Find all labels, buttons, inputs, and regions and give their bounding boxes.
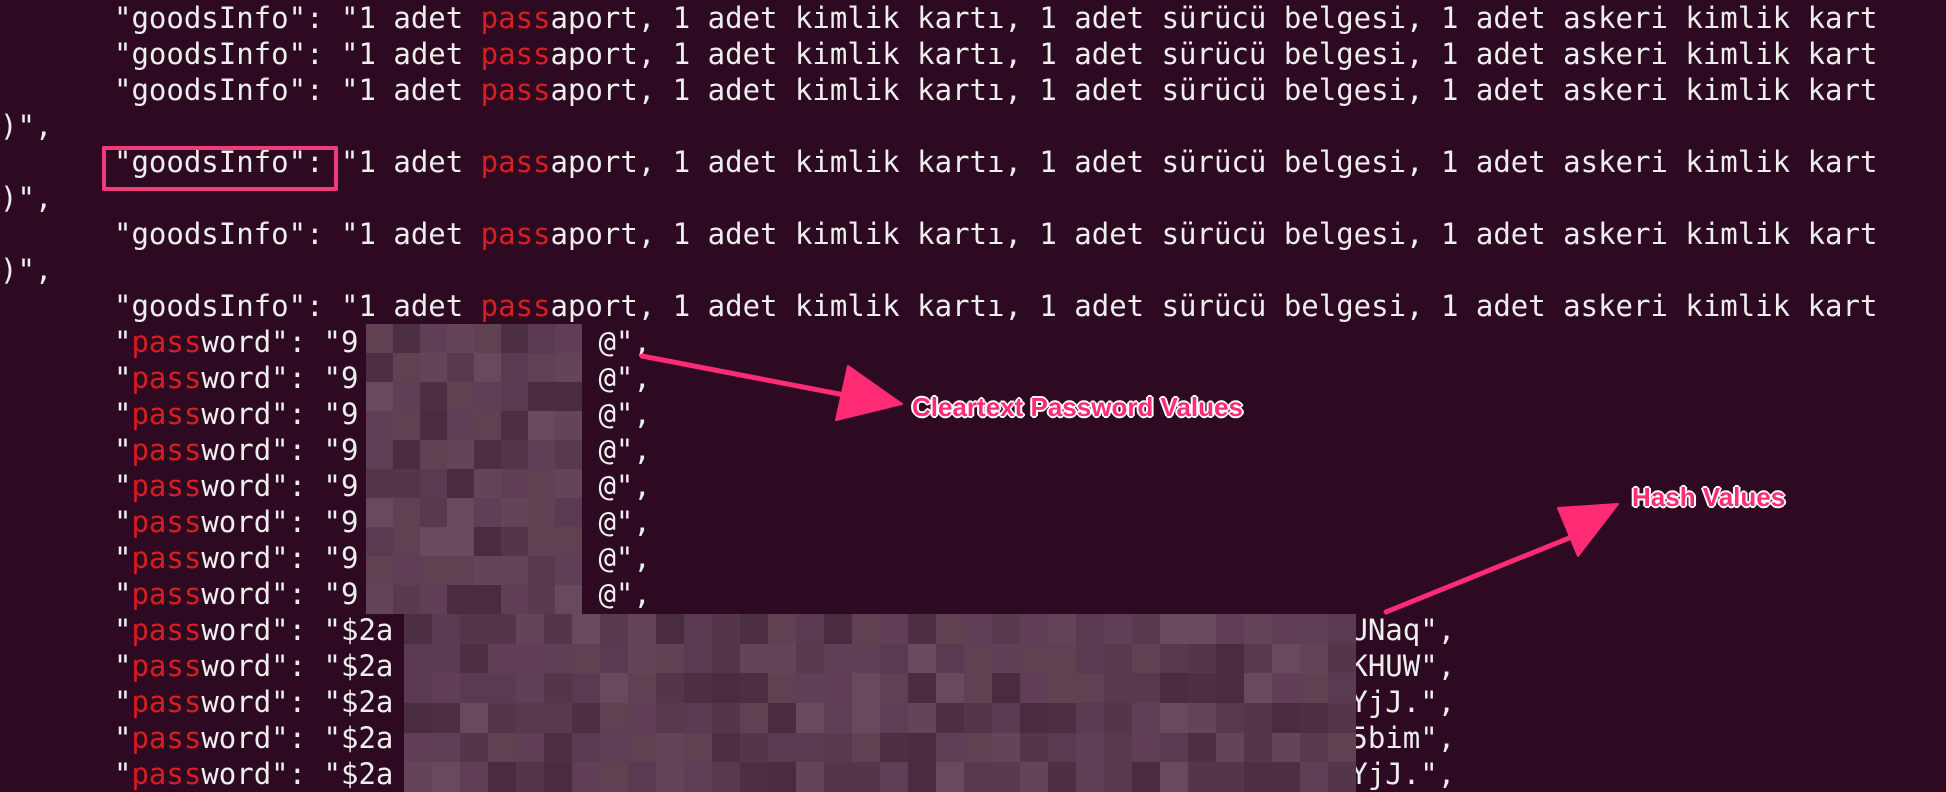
terminal-output: "goodsInfo": "1 adet passaport, 1 adet k… — [0, 0, 1946, 792]
cleartext-password-label: Cleartext Password Values — [912, 392, 1243, 422]
hash-values-label: Hash Values — [1632, 482, 1786, 512]
arrow-cleartext — [639, 353, 903, 421]
arrow-hash — [1383, 503, 1619, 615]
